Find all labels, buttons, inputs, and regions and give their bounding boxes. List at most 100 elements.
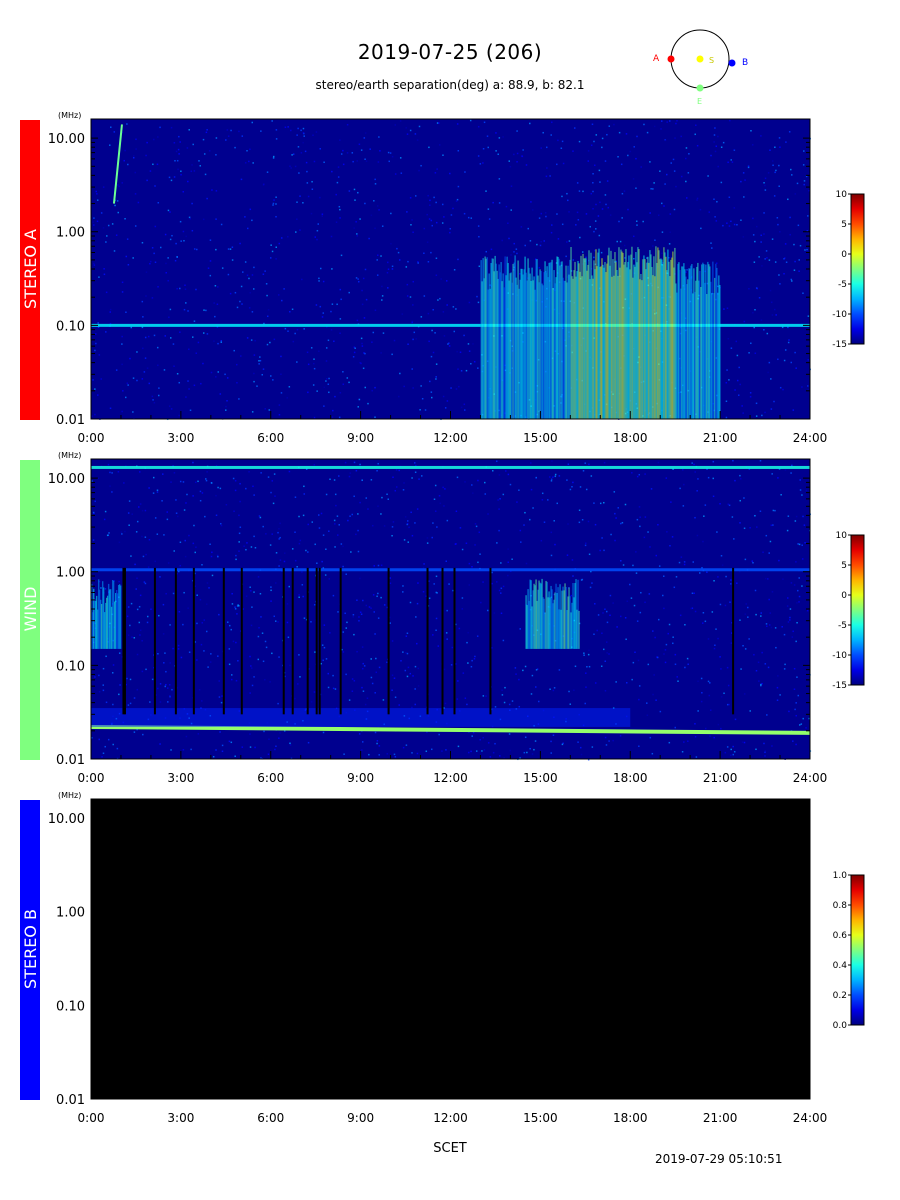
noise-cell (117, 470, 120, 473)
noise-cell (585, 256, 587, 259)
noise-cell (428, 146, 430, 149)
noise-cell (98, 276, 100, 278)
noise-cell (335, 504, 337, 507)
noise-cell (504, 686, 506, 689)
noise-cell (774, 146, 776, 149)
noise-cell (195, 288, 197, 291)
noise-cell (474, 544, 476, 546)
noise-cell (184, 555, 187, 558)
noise-cell (95, 342, 97, 345)
noise-cell (693, 463, 695, 466)
noise-cell (275, 129, 278, 131)
noise-cell (191, 164, 193, 166)
noise-cell (644, 516, 647, 518)
noise-cell (266, 343, 269, 346)
noise-cell (470, 665, 473, 668)
noise-cell (768, 259, 771, 261)
data-gap (453, 567, 456, 715)
noise-cell (125, 311, 127, 313)
noise-cell (554, 543, 556, 546)
noise-cell (305, 549, 307, 552)
noise-cell (306, 170, 308, 173)
noise-cell (167, 687, 169, 689)
noise-cell (470, 362, 472, 365)
noise-cell (732, 745, 734, 748)
noise-cell (313, 604, 316, 606)
noise-cell (502, 493, 505, 496)
noise-cell (430, 355, 433, 358)
noise-cell (403, 482, 405, 484)
noise-cell (606, 621, 609, 624)
noise-cell (615, 517, 617, 519)
noise-cell (734, 389, 736, 391)
noise-cell (426, 542, 429, 544)
noise-cell (513, 242, 515, 245)
noise-cell (446, 638, 448, 640)
noise-cell (238, 550, 240, 552)
noise-cell (289, 310, 291, 313)
noise-cell (145, 295, 147, 297)
noise-cell (195, 352, 198, 354)
noise-cell (717, 723, 720, 726)
noise-cell (760, 241, 762, 243)
noise-cell (391, 640, 394, 642)
noise-cell (239, 500, 241, 503)
noise-cell (764, 177, 767, 180)
noise-cell (109, 407, 112, 410)
noise-cell (516, 161, 518, 163)
data-gap (426, 567, 429, 715)
noise-cell (444, 702, 447, 705)
noise-cell (588, 463, 590, 466)
y-tick-label: 0.01 (56, 1093, 85, 1108)
noise-cell (498, 137, 501, 139)
burst-column (119, 585, 122, 649)
noise-cell (442, 311, 445, 313)
noise-cell (652, 630, 654, 632)
noise-cell (501, 694, 504, 696)
noise-cell (134, 225, 137, 227)
noise-cell (426, 213, 428, 216)
noise-cell (250, 339, 253, 341)
noise-cell (97, 394, 99, 396)
noise-cell (153, 334, 156, 337)
noise-cell (526, 751, 528, 754)
noise-cell (540, 212, 543, 215)
noise-cell (114, 204, 116, 207)
noise-cell (169, 337, 172, 339)
noise-cell (298, 172, 300, 174)
noise-cell (409, 672, 412, 675)
noise-cell (728, 504, 731, 507)
noise-cell (549, 175, 551, 177)
noise-cell (357, 191, 359, 194)
y-tick-label: 0.01 (56, 753, 85, 768)
noise-cell (227, 135, 230, 137)
noise-cell (215, 190, 218, 192)
noise-cell (378, 666, 381, 669)
noise-cell (739, 478, 742, 480)
y-tick-label: 0.01 (56, 413, 85, 428)
noise-cell (441, 203, 444, 206)
noise-cell (145, 668, 147, 671)
noise-cell (708, 211, 711, 213)
noise-cell (316, 390, 318, 392)
noise-cell (318, 527, 321, 529)
noise-cell (127, 606, 130, 608)
data-gap (339, 567, 342, 715)
y-tick-label: 1.00 (56, 226, 85, 241)
noise-cell (764, 750, 767, 752)
noise-cell (230, 678, 233, 681)
noise-cell (450, 214, 453, 216)
x-tick-label: 6:00 (257, 1111, 284, 1125)
noise-cell (380, 596, 382, 599)
noise-cell (791, 280, 793, 282)
noise-cell (319, 148, 321, 150)
noise-cell (507, 222, 509, 224)
noise-cell (411, 219, 413, 221)
noise-cell (411, 477, 413, 479)
noise-cell (509, 483, 512, 486)
noise-cell (783, 633, 786, 636)
noise-cell (141, 241, 144, 244)
noise-cell (750, 342, 752, 345)
noise-cell (188, 129, 190, 131)
noise-cell (496, 581, 498, 583)
